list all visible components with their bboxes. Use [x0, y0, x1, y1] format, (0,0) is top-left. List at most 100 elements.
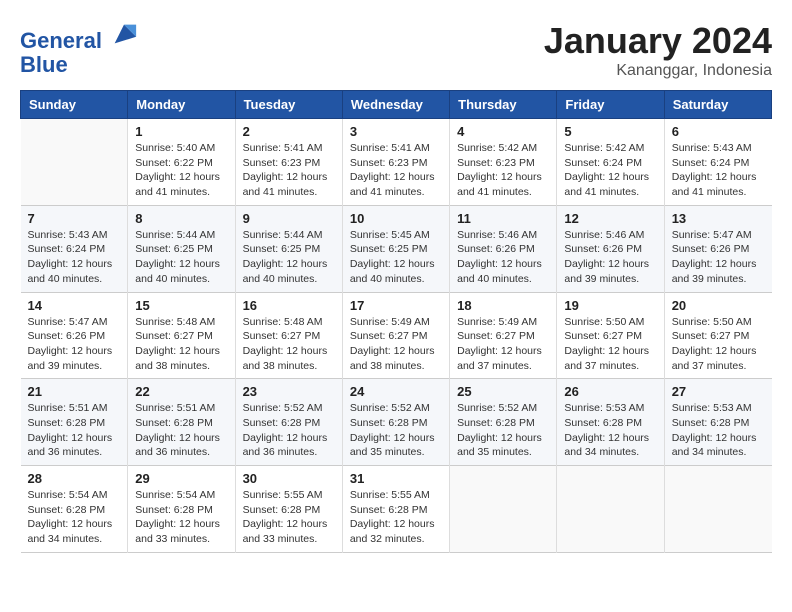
calendar-cell: 15 Sunrise: 5:48 AM Sunset: 6:27 PM Dayli… — [128, 292, 235, 379]
day-info: Sunrise: 5:47 AM Sunset: 6:26 PM Dayligh… — [672, 228, 765, 287]
day-info: Sunrise: 5:45 AM Sunset: 6:25 PM Dayligh… — [350, 228, 442, 287]
calendar-cell: 25Sunrise: 5:52 AM Sunset: 6:28 PM Dayli… — [450, 379, 557, 466]
day-header-wednesday: Wednesday — [342, 91, 449, 119]
day-info: Sunrise: 5:41 AM Sunset: 6:23 PM Dayligh… — [350, 141, 442, 200]
day-info: Sunrise: 5:43 AM Sunset: 6:24 PM Dayligh… — [672, 141, 765, 200]
day-number: 18 — [457, 298, 549, 313]
calendar-cell: 4 Sunrise: 5:42 AM Sunset: 6:23 PM Daylig… — [450, 119, 557, 206]
page-header: General Blue January 2024 Kananggar, Ind… — [20, 20, 772, 80]
day-info: Sunrise: 5:51 AM Sunset: 6:28 PM Dayligh… — [135, 401, 227, 460]
calendar-cell: 7 Sunrise: 5:43 AM Sunset: 6:24 PM Daylig… — [21, 205, 128, 292]
day-number: 7 — [28, 211, 121, 226]
day-info: Sunrise: 5:42 AM Sunset: 6:23 PM Dayligh… — [457, 141, 549, 200]
calendar-cell: 5 Sunrise: 5:42 AM Sunset: 6:24 PM Daylig… — [557, 119, 664, 206]
day-number: 26 — [564, 384, 656, 399]
logo-icon — [110, 20, 138, 48]
day-number: 9 — [243, 211, 335, 226]
calendar-cell: 11 Sunrise: 5:46 AM Sunset: 6:26 PM Dayli… — [450, 205, 557, 292]
calendar-cell: 21 Sunrise: 5:51 AM Sunset: 6:28 PM Dayli… — [21, 379, 128, 466]
day-number: 27 — [672, 384, 765, 399]
calendar-header-row: SundayMondayTuesdayWednesdayThursdayFrid… — [21, 91, 772, 119]
day-info: Sunrise: 5:40 AM Sunset: 6:22 PM Dayligh… — [135, 141, 227, 200]
day-header-tuesday: Tuesday — [235, 91, 342, 119]
day-number: 5 — [564, 124, 656, 139]
calendar-cell: 13 Sunrise: 5:47 AM Sunset: 6:26 PM Dayli… — [664, 205, 771, 292]
calendar-cell: 22 Sunrise: 5:51 AM Sunset: 6:28 PM Dayli… — [128, 379, 235, 466]
day-info: Sunrise: 5:44 AM Sunset: 6:25 PM Dayligh… — [243, 228, 335, 287]
logo-blue: Blue — [20, 52, 68, 77]
calendar-table: SundayMondayTuesdayWednesdayThursdayFrid… — [20, 90, 772, 553]
title-block: January 2024 Kananggar, Indonesia — [544, 20, 772, 80]
day-info: Sunrise: 5:49 AM Sunset: 6:27 PM Dayligh… — [457, 315, 549, 374]
day-number: 13 — [672, 211, 765, 226]
day-info: Sunrise: 5:46 AM Sunset: 6:26 PM Dayligh… — [457, 228, 549, 287]
day-number: 10 — [350, 211, 442, 226]
location-subtitle: Kananggar, Indonesia — [544, 62, 772, 80]
day-info: Sunrise: 5:54 AM Sunset: 6:28 PM Dayligh… — [28, 488, 121, 547]
day-number: 16 — [243, 298, 335, 313]
calendar-cell: 2 Sunrise: 5:41 AM Sunset: 6:23 PM Daylig… — [235, 119, 342, 206]
calendar-cell: 1 Sunrise: 5:40 AM Sunset: 6:22 PM Daylig… — [128, 119, 235, 206]
calendar-cell: 14 Sunrise: 5:47 AM Sunset: 6:26 PM Dayli… — [21, 292, 128, 379]
day-number: 4 — [457, 124, 549, 139]
calendar-week-row: 7 Sunrise: 5:43 AM Sunset: 6:24 PM Daylig… — [21, 205, 772, 292]
day-number: 28 — [28, 471, 121, 486]
day-info: Sunrise: 5:49 AM Sunset: 6:27 PM Dayligh… — [350, 315, 442, 374]
day-info: Sunrise: 5:44 AM Sunset: 6:25 PM Dayligh… — [135, 228, 227, 287]
day-number: 31 — [350, 471, 442, 486]
day-info: Sunrise: 5:51 AM Sunset: 6:28 PM Dayligh… — [28, 401, 121, 460]
day-info: Sunrise: 5:53 AM Sunset: 6:28 PM Dayligh… — [672, 401, 765, 460]
calendar-week-row: 28 Sunrise: 5:54 AM Sunset: 6:28 PM Dayli… — [21, 466, 772, 553]
day-info: Sunrise: 5:55 AM Sunset: 6:28 PM Dayligh… — [243, 488, 335, 547]
day-header-friday: Friday — [557, 91, 664, 119]
day-header-sunday: Sunday — [21, 91, 128, 119]
day-info: Sunrise: 5:54 AM Sunset: 6:28 PM Dayligh… — [135, 488, 227, 547]
day-info: Sunrise: 5:50 AM Sunset: 6:27 PM Dayligh… — [564, 315, 656, 374]
calendar-cell — [557, 466, 664, 553]
day-number: 21 — [28, 384, 121, 399]
day-info: Sunrise: 5:50 AM Sunset: 6:27 PM Dayligh… — [672, 315, 765, 374]
calendar-cell: 6Sunrise: 5:43 AM Sunset: 6:24 PM Daylig… — [664, 119, 771, 206]
calendar-week-row: 1 Sunrise: 5:40 AM Sunset: 6:22 PM Daylig… — [21, 119, 772, 206]
day-info: Sunrise: 5:46 AM Sunset: 6:26 PM Dayligh… — [564, 228, 656, 287]
logo-general: General — [20, 28, 102, 53]
day-number: 12 — [564, 211, 656, 226]
calendar-cell: 29 Sunrise: 5:54 AM Sunset: 6:28 PM Dayli… — [128, 466, 235, 553]
day-header-thursday: Thursday — [450, 91, 557, 119]
day-info: Sunrise: 5:42 AM Sunset: 6:24 PM Dayligh… — [564, 141, 656, 200]
day-info: Sunrise: 5:55 AM Sunset: 6:28 PM Dayligh… — [350, 488, 442, 547]
calendar-cell: 28 Sunrise: 5:54 AM Sunset: 6:28 PM Dayli… — [21, 466, 128, 553]
month-year-title: January 2024 — [544, 20, 772, 62]
day-number: 22 — [135, 384, 227, 399]
calendar-cell — [664, 466, 771, 553]
day-info: Sunrise: 5:52 AM Sunset: 6:28 PM Dayligh… — [350, 401, 442, 460]
day-number: 19 — [564, 298, 656, 313]
calendar-cell: 10 Sunrise: 5:45 AM Sunset: 6:25 PM Dayli… — [342, 205, 449, 292]
day-info: Sunrise: 5:48 AM Sunset: 6:27 PM Dayligh… — [135, 315, 227, 374]
day-header-monday: Monday — [128, 91, 235, 119]
day-info: Sunrise: 5:41 AM Sunset: 6:23 PM Dayligh… — [243, 141, 335, 200]
calendar-cell: 12 Sunrise: 5:46 AM Sunset: 6:26 PM Dayli… — [557, 205, 664, 292]
calendar-cell — [450, 466, 557, 553]
calendar-cell: 16 Sunrise: 5:48 AM Sunset: 6:27 PM Dayli… — [235, 292, 342, 379]
calendar-cell: 24Sunrise: 5:52 AM Sunset: 6:28 PM Dayli… — [342, 379, 449, 466]
day-info: Sunrise: 5:47 AM Sunset: 6:26 PM Dayligh… — [28, 315, 121, 374]
day-number: 11 — [457, 211, 549, 226]
day-number: 15 — [135, 298, 227, 313]
day-number: 14 — [28, 298, 121, 313]
day-number: 2 — [243, 124, 335, 139]
day-info: Sunrise: 5:52 AM Sunset: 6:28 PM Dayligh… — [457, 401, 549, 460]
logo: General Blue — [20, 20, 138, 77]
calendar-week-row: 21 Sunrise: 5:51 AM Sunset: 6:28 PM Dayli… — [21, 379, 772, 466]
day-info: Sunrise: 5:43 AM Sunset: 6:24 PM Dayligh… — [28, 228, 121, 287]
day-number: 30 — [243, 471, 335, 486]
calendar-cell: 20 Sunrise: 5:50 AM Sunset: 6:27 PM Dayli… — [664, 292, 771, 379]
calendar-cell: 8 Sunrise: 5:44 AM Sunset: 6:25 PM Daylig… — [128, 205, 235, 292]
calendar-cell: 9 Sunrise: 5:44 AM Sunset: 6:25 PM Daylig… — [235, 205, 342, 292]
day-number: 1 — [135, 124, 227, 139]
day-info: Sunrise: 5:48 AM Sunset: 6:27 PM Dayligh… — [243, 315, 335, 374]
day-info: Sunrise: 5:52 AM Sunset: 6:28 PM Dayligh… — [243, 401, 335, 460]
day-number: 8 — [135, 211, 227, 226]
day-number: 29 — [135, 471, 227, 486]
day-number: 20 — [672, 298, 765, 313]
